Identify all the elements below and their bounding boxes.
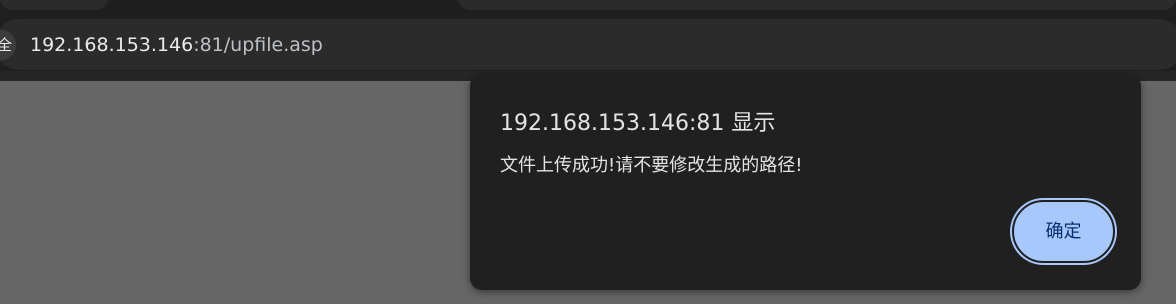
address-bar[interactable]: 全 192.168.153.146:81/upfile.asp xyxy=(0,19,1176,70)
ok-button[interactable]: 确定 xyxy=(1012,200,1115,263)
site-info-chip[interactable]: 全 xyxy=(0,30,16,60)
browser-toolbar: 全 192.168.153.146:81/upfile.asp xyxy=(0,19,1176,71)
tab-strip xyxy=(0,0,1176,19)
dialog-message: 文件上传成功!请不要修改生成的路径! xyxy=(500,155,803,176)
dialog-title: 192.168.153.146:81 显示 xyxy=(500,111,776,136)
url-path: :81/upfile.asp xyxy=(193,34,323,56)
url-host: 192.168.153.146 xyxy=(30,34,194,56)
tab-right[interactable] xyxy=(458,0,1176,10)
url-text[interactable]: 192.168.153.146:81/upfile.asp xyxy=(30,33,323,57)
tab-left[interactable] xyxy=(0,0,108,10)
alert-dialog: 192.168.153.146:81 显示 文件上传成功!请不要修改生成的路径!… xyxy=(470,74,1141,290)
